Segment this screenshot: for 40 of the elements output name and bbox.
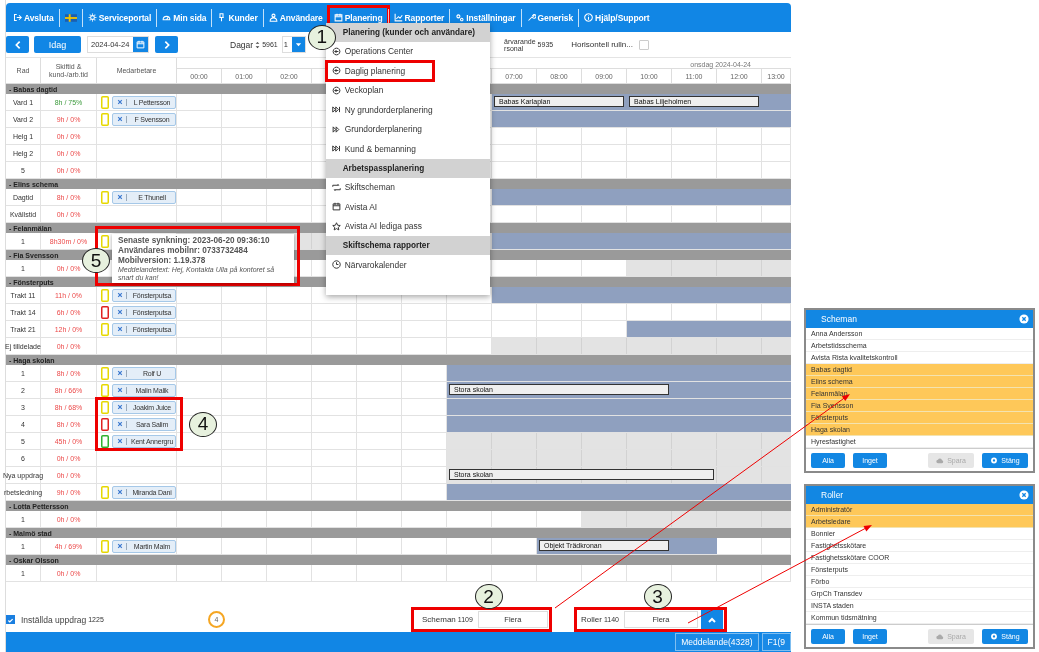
horizontal-scroll-label: Horisontell rulln... [571, 40, 633, 49]
tooltip-line: Mobilversion: 1.19.378 [118, 256, 207, 266]
menu-item[interactable]: Kund & bemanning [325, 139, 490, 159]
days-label: Dagar [230, 39, 254, 50]
dialog-title: Roller [821, 490, 844, 500]
nav-item[interactable]: Rapporter [388, 6, 450, 29]
menu-section-header: Arbetspassplanering [325, 158, 490, 178]
callout-number: 5 [82, 248, 110, 273]
menu-section-header: Planering (kunder och användare) [325, 22, 490, 42]
menu-section-header: Skiftschema rapporter [325, 236, 490, 255]
menu-item[interactable]: Skiftscheman [325, 177, 490, 197]
nav-item[interactable]: Hjälp/Support [579, 6, 655, 29]
menu-item[interactable]: Avista AI [325, 197, 490, 217]
nav-item[interactable]: Planering [328, 6, 388, 29]
filter-label: Scheman [422, 615, 456, 624]
nav-item[interactable]: Inställningar [450, 6, 521, 29]
nav-item[interactable]: Avsluta [8, 6, 59, 29]
callout-number: 4 [189, 411, 217, 437]
menu-item[interactable]: Närvarokalender [325, 255, 490, 275]
checkbox-label: Inställda uppdrag [21, 614, 87, 625]
tooltip-line: Senaste synkning: 2023-06-20 09:36:10 [118, 236, 271, 246]
menu-item[interactable]: Veckoplan [325, 80, 490, 100]
status-button[interactable]: Meddelande(4328) [675, 633, 759, 651]
nav-item[interactable]: Kunder [212, 6, 263, 29]
nav-item[interactable]: Serviceportal [82, 6, 157, 29]
callout-number: 2 [474, 584, 503, 609]
menu-item[interactable]: Ny grundorderplanering [325, 100, 490, 120]
status-button[interactable]: F1(9 [761, 633, 791, 651]
menu-item[interactable]: Daglig planering [325, 61, 434, 81]
nav-item[interactable]: Generisk [521, 6, 579, 29]
menu-item[interactable]: Avista AI lediga pass [325, 216, 490, 236]
today-button[interactable]: Idag [34, 36, 81, 53]
callout-number: 3 [643, 584, 672, 609]
tooltip-line: Användares mobilnr: 0733732484 [118, 246, 249, 256]
menu-item[interactable]: Grundorderplanering [325, 119, 490, 139]
nav-item[interactable]: Min sida [157, 6, 212, 29]
callout-number: 1 [307, 24, 336, 50]
filter-label: Roller [581, 615, 602, 624]
nav-item[interactable]: Användare [263, 6, 328, 29]
dialog-title: Scheman [821, 314, 857, 324]
